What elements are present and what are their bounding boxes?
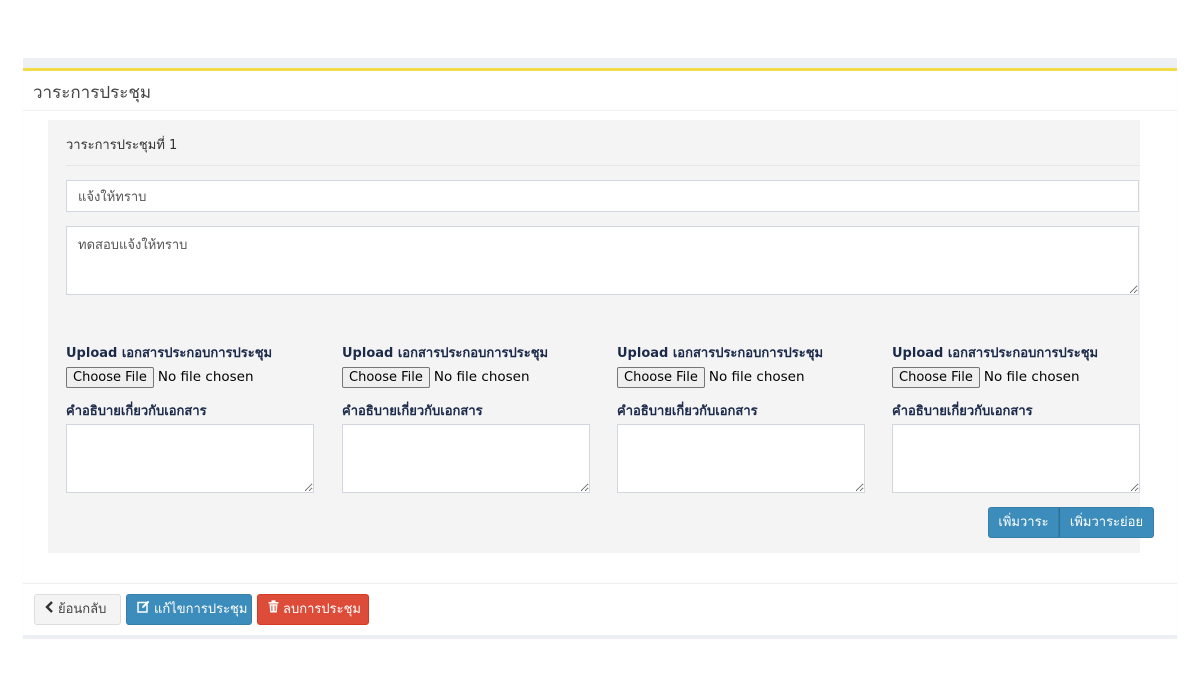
choose-file-button[interactable]: Choose File [342,367,430,388]
upload-column-2: Upload เอกสารประกอบการประชุม Choose File… [342,342,590,496]
description-textarea[interactable] [342,424,590,493]
box-title: วาระการประชุม [33,83,152,103]
add-agenda-button[interactable]: เพิ่มวาระ [988,507,1059,538]
file-status: No file chosen [433,369,530,385]
file-input: Choose File No file chosen [892,367,1080,388]
top-strip [23,58,1177,68]
description-textarea[interactable] [892,424,1140,493]
upload-label: Upload เอกสารประกอบการประชุม [66,346,273,361]
agenda-detail-textarea[interactable]: ทดสอบแจ้งให้ทราบ [66,226,1139,295]
agenda-divider [66,165,1140,166]
file-status: No file chosen [157,369,254,385]
file-status: No file chosen [983,369,1080,385]
delete-meeting-button[interactable]: ลบการประชุม [257,594,369,625]
add-sub-agenda-button[interactable]: เพิ่มวาระย่อย [1059,507,1154,538]
choose-file-button[interactable]: Choose File [66,367,154,388]
edit-icon [137,595,150,624]
chevron-left-icon [45,595,54,624]
file-input: Choose File No file chosen [617,367,805,388]
file-input: Choose File No file chosen [342,367,530,388]
upload-label: Upload เอกสารประกอบการประชุม [617,346,824,361]
delete-meeting-label: ลบการประชุม [283,602,361,617]
upload-column-3: Upload เอกสารประกอบการประชุม Choose File… [617,342,865,496]
description-label: คำอธิบายเกี่ยวกับเอกสาร [342,404,483,419]
file-status: No file chosen [708,369,805,385]
agenda-panel: วาระการประชุมที่ 1 ทดสอบแจ้งให้ทราบ Uplo… [48,120,1154,553]
choose-file-button[interactable]: Choose File [892,367,980,388]
description-label: คำอธิบายเกี่ยวกับเอกสาร [617,404,758,419]
upload-label: Upload เอกสารประกอบการประชุม [892,346,1099,361]
description-label: คำอธิบายเกี่ยวกับเอกสาร [66,404,207,419]
edit-meeting-button[interactable]: แก้ไขการประชุม [126,594,252,625]
upload-column-4: Upload เอกสารประกอบการประชุม Choose File… [892,342,1140,496]
upload-label: Upload เอกสารประกอบการประชุม [342,346,549,361]
trash-icon [268,595,279,624]
box-header: วาระการประชุม [23,71,1177,111]
edit-meeting-label: แก้ไขการประชุม [154,602,248,617]
description-textarea[interactable] [617,424,865,493]
back-button-label: ย้อนกลับ [58,602,107,617]
description-label: คำอธิบายเกี่ยวกับเอกสาร [892,404,1033,419]
agenda-topic-input[interactable] [66,180,1139,212]
agenda-heading: วาระการประชุมที่ 1 [66,138,178,153]
meeting-agenda-box: วาระการประชุม วาระการประชุมที่ 1 ทดสอบแจ… [23,68,1177,638]
bottom-strip [23,635,1177,638]
description-textarea[interactable] [66,424,314,493]
footer-divider [23,583,1177,584]
choose-file-button[interactable]: Choose File [617,367,705,388]
back-button[interactable]: ย้อนกลับ [34,594,121,625]
file-input: Choose File No file chosen [66,367,254,388]
upload-column-1: Upload เอกสารประกอบการประชุม Choose File… [66,342,314,496]
